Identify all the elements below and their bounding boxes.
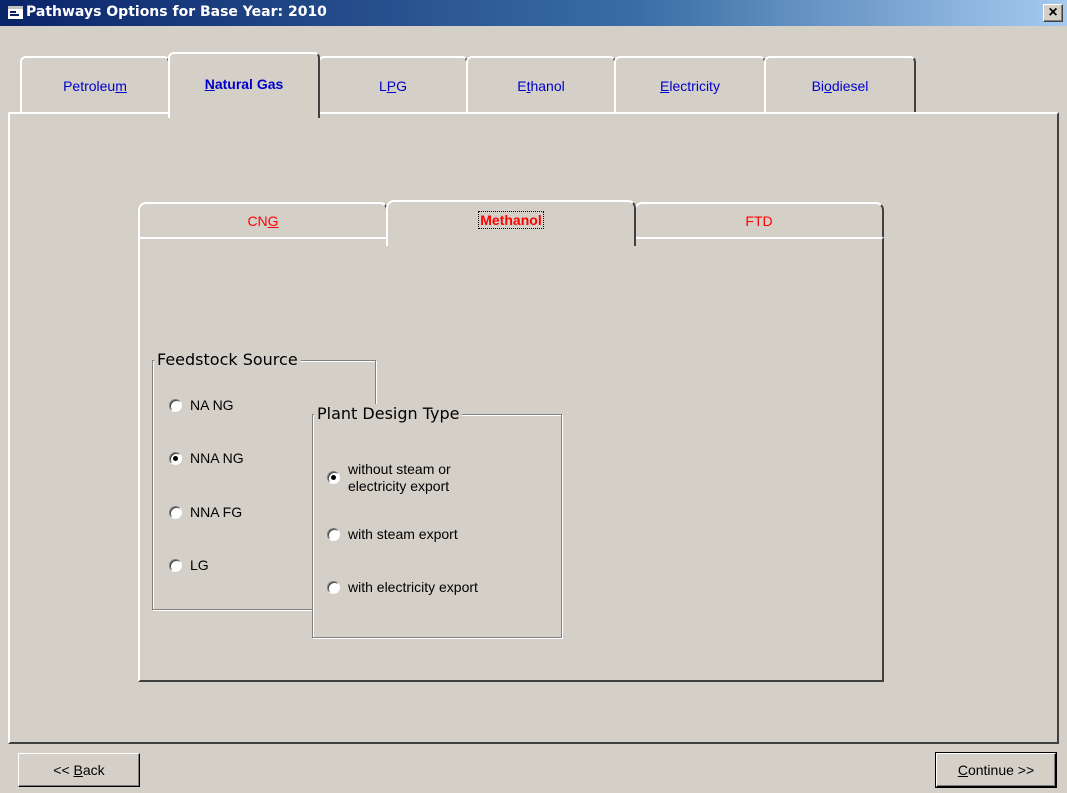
tab-label: Petroleum bbox=[63, 78, 127, 94]
radio-button[interactable] bbox=[169, 452, 182, 465]
radio-selected-dot bbox=[331, 475, 336, 480]
tab-label: LPG bbox=[378, 78, 408, 94]
group-title: Feedstock Source bbox=[154, 350, 301, 369]
tab-label: Biodiesel bbox=[811, 78, 869, 94]
tab-label: Methanol bbox=[478, 211, 544, 229]
tab-biodiesel[interactable]: Biodiesel bbox=[764, 56, 916, 114]
radio-button[interactable] bbox=[327, 581, 340, 594]
tab-methanol[interactable]: Methanol bbox=[386, 200, 636, 246]
radio-button[interactable] bbox=[327, 528, 340, 541]
tab-label: Ethanol bbox=[517, 78, 565, 94]
radio-label: with electricity export bbox=[348, 579, 478, 595]
radio-label: NNA NG bbox=[190, 450, 244, 466]
tab-lpg[interactable]: LPG bbox=[318, 56, 468, 114]
tab-natural-gas[interactable]: Natural Gas bbox=[168, 52, 320, 118]
tab-ftd[interactable]: FTD bbox=[634, 202, 884, 242]
tab-electricity[interactable]: Electricity bbox=[614, 56, 766, 114]
radio-button[interactable] bbox=[327, 471, 340, 484]
tab-ethanol[interactable]: Ethanol bbox=[466, 56, 616, 114]
plant-design-type-group: Plant Design Type without steam or elect… bbox=[312, 404, 562, 638]
methanol-panel: Feedstock Source NA NG NNA NG NNA FG LG … bbox=[138, 237, 884, 682]
radio-label: LG bbox=[190, 557, 209, 573]
radio-label: NA NG bbox=[190, 397, 234, 413]
radio-selected-dot bbox=[173, 456, 178, 461]
radio-button[interactable] bbox=[169, 399, 182, 412]
back-button[interactable]: << Back bbox=[18, 753, 140, 787]
tab-cng[interactable]: CNG bbox=[138, 202, 388, 242]
tab-label: FTD bbox=[745, 213, 773, 229]
tab-label: Electricity bbox=[660, 78, 720, 94]
title-bar: Pathways Options for Base Year: 2010 × bbox=[0, 0, 1067, 26]
radio-label: with steam export bbox=[348, 526, 458, 542]
tab-label: CNG bbox=[247, 213, 279, 229]
radio-button[interactable] bbox=[169, 559, 182, 572]
group-title: Plant Design Type bbox=[314, 404, 463, 423]
tab-label: Natural Gas bbox=[204, 76, 284, 92]
radio-button[interactable] bbox=[169, 506, 182, 519]
close-button[interactable]: × bbox=[1043, 4, 1063, 22]
app-window-icon bbox=[8, 6, 23, 19]
continue-button[interactable]: Continue >> bbox=[935, 752, 1057, 788]
tab-petroleum[interactable]: Petroleum bbox=[20, 56, 170, 114]
radio-label: NNA FG bbox=[190, 504, 243, 520]
close-icon: × bbox=[1048, 4, 1058, 21]
radio-label: without steam or electricity export bbox=[348, 461, 451, 494]
window-title: Pathways Options for Base Year: 2010 bbox=[26, 4, 327, 20]
